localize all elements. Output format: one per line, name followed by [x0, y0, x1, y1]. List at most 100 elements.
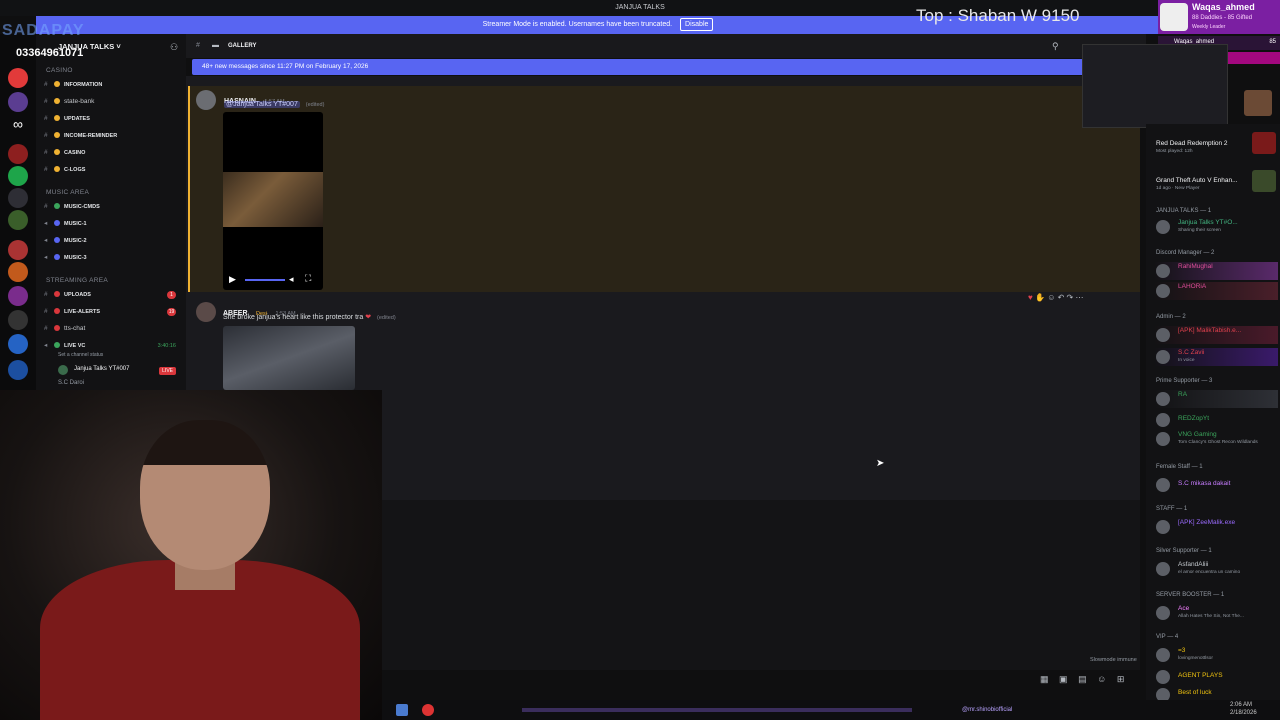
channel-uploads[interactable]: # UPLOADS 1: [44, 288, 182, 302]
voice-user[interactable]: S.C Daroi: [58, 380, 84, 386]
forward-icon[interactable]: ↷: [1067, 293, 1074, 302]
server-icon[interactable]: [8, 166, 28, 186]
member-item[interactable]: AsfandAliii el amor encuentra un camino: [1154, 560, 1278, 578]
member-item[interactable]: LAHORiA: [1154, 282, 1278, 300]
channel-tts-chat[interactable]: # tts-chat: [44, 322, 182, 336]
channel-casino[interactable]: # CASINO: [44, 146, 182, 160]
member-item[interactable]: Best of luck: [1154, 686, 1278, 702]
member-item[interactable]: RA: [1154, 390, 1278, 408]
avatar: [1156, 670, 1170, 684]
avatar[interactable]: [196, 90, 216, 110]
speaker-icon: ◂: [44, 237, 48, 244]
server-icon[interactable]: [8, 188, 28, 208]
activity-item[interactable]: Grand Theft Auto V Enhan... 1d ago · New…: [1154, 168, 1278, 192]
server-icon[interactable]: [8, 360, 28, 380]
leaderboard-value: 85: [1269, 39, 1276, 45]
channel-c-logs[interactable]: # C-LOGS: [44, 163, 182, 177]
member-item[interactable]: VNG Gaming Tom Clancy's Ghost Recon Wildl…: [1154, 430, 1278, 448]
avatar[interactable]: [196, 302, 216, 322]
member-item[interactable]: [APK] ZeeMalik.exe: [1154, 518, 1278, 536]
user-tag: @mr.shinobiofficial: [962, 707, 1013, 713]
category-streaming[interactable]: STREAMING AREA: [46, 277, 108, 284]
channel-income-reminder[interactable]: # INCOME-REMINDER: [44, 129, 182, 143]
server-icon[interactable]: [8, 68, 28, 88]
unread-badge: 19: [167, 308, 176, 316]
channel-music-3[interactable]: ◂ MUSIC-3: [44, 251, 182, 265]
member-item[interactable]: S.C Zavii In voice: [1154, 348, 1278, 366]
channel-music-cmds[interactable]: # MUSIC-CMDS: [44, 200, 182, 214]
user-mention[interactable]: @Janjua Talks YT#007: [224, 101, 300, 108]
avatar: [1156, 478, 1170, 492]
edited-label: (edited): [377, 315, 396, 321]
category-music[interactable]: MUSIC AREA: [46, 189, 89, 196]
avatar: [1156, 350, 1170, 364]
server-icon[interactable]: [8, 240, 28, 260]
video-controls: ▶ ◂ ⛶: [223, 270, 323, 290]
new-messages-bar[interactable]: 48+ new messages since 11:27 PM on Febru…: [192, 59, 1086, 75]
thumbs-up-icon[interactable]: ✋: [1035, 293, 1045, 302]
add-member-icon[interactable]: ⚇: [170, 42, 178, 53]
server-icon[interactable]: [8, 144, 28, 164]
heart-reaction-icon[interactable]: ♥: [1028, 293, 1033, 302]
app-icon[interactable]: [396, 704, 408, 716]
pin-icon[interactable]: ⚲: [1052, 41, 1059, 52]
voice-user[interactable]: Janjua Talks YT#007 LIVE: [58, 364, 182, 376]
window-title: JANJUA TALKS: [615, 4, 665, 11]
server-icon[interactable]: [8, 262, 28, 282]
infinity-icon[interactable]: ∞: [8, 114, 28, 134]
channel-information[interactable]: # INFORMATION: [44, 78, 182, 92]
member-item[interactable]: S.C mikasa dakait: [1154, 476, 1278, 494]
category-casino[interactable]: CASINO: [46, 67, 73, 74]
channel-status[interactable]: Set a channel status: [58, 352, 103, 358]
server-icon[interactable]: [8, 334, 28, 354]
fullscreen-icon[interactable]: ⛶: [305, 273, 311, 284]
gift-icon[interactable]: ▦: [1040, 674, 1049, 684]
sticker-icon[interactable]: ▤: [1078, 674, 1087, 684]
more-icon[interactable]: ⋯: [1075, 293, 1083, 302]
channel-music-1[interactable]: ◂ MUSIC-1: [44, 217, 182, 231]
channel-updates[interactable]: # UPDATES: [44, 112, 182, 126]
member-item[interactable]: RahiMughal: [1154, 262, 1278, 280]
video-embed[interactable]: ▶ ◂ ⛶: [223, 112, 323, 290]
gif-icon[interactable]: ▣: [1059, 674, 1068, 684]
reply-icon[interactable]: ↶: [1058, 293, 1065, 302]
activity-item[interactable]: Red Dead Redemption 2 Most played: 12h: [1154, 130, 1278, 154]
hash-icon: #: [196, 42, 200, 49]
server-icon[interactable]: [8, 310, 28, 330]
emoji-icon[interactable]: ☺: [1097, 674, 1106, 684]
alert-line1: 88 Daddies - 85 Gifted: [1192, 15, 1253, 21]
member-item[interactable]: Ace Allah Hates The Sin, Not The...: [1154, 604, 1278, 622]
server-icon[interactable]: [8, 210, 28, 230]
screen-share-preview[interactable]: [1082, 44, 1228, 128]
avatar: [1156, 413, 1170, 427]
task-strip: [522, 708, 912, 712]
avatar: [1156, 328, 1170, 342]
phone-number: 03364961071: [16, 47, 84, 59]
member-group-title: STAFF — 1: [1156, 506, 1188, 512]
member-item[interactable]: Janjua Talks YT#O... Sharing their screen: [1154, 218, 1278, 236]
channel-live-alerts[interactable]: # LIVE-ALERTS 19: [44, 305, 182, 319]
member-group-title: Admin — 2: [1156, 314, 1186, 320]
video-progress[interactable]: [245, 279, 285, 281]
member-item[interactable]: AGENT PLAYS: [1154, 668, 1278, 686]
composer-actions: ▦ ▣ ▤ ☺ ⊞: [1040, 674, 1140, 690]
app-icon[interactable]: [422, 704, 434, 716]
play-icon[interactable]: ▶: [229, 274, 236, 285]
apps-icon[interactable]: ⊞: [1117, 674, 1125, 684]
server-icon[interactable]: [8, 92, 28, 112]
avatar: [1156, 562, 1170, 576]
member-item[interactable]: =3 lovingmenottlsor: [1154, 646, 1278, 664]
react-icon[interactable]: ☺: [1047, 293, 1055, 302]
member-item[interactable]: REDZopYt: [1154, 411, 1278, 429]
channel-music-2[interactable]: ◂ MUSIC-2: [44, 234, 182, 248]
image-attachment[interactable]: [223, 326, 355, 390]
server-icon[interactable]: [8, 286, 28, 306]
slowmode-label: Slowmode immune: [1090, 657, 1137, 663]
volume-icon[interactable]: ◂: [289, 274, 294, 285]
channel-state-bank[interactable]: # state-bank: [44, 95, 182, 109]
channel-live-vc[interactable]: ◂ LIVE VC 3:40:16: [44, 339, 182, 353]
member-group-title: SERVER BOOSTER — 1: [1156, 592, 1225, 598]
avatar: [1156, 606, 1170, 620]
disable-streamer-mode-button[interactable]: Disable: [680, 18, 714, 31]
member-item[interactable]: [APK] MalikTabish.e...: [1154, 326, 1278, 344]
